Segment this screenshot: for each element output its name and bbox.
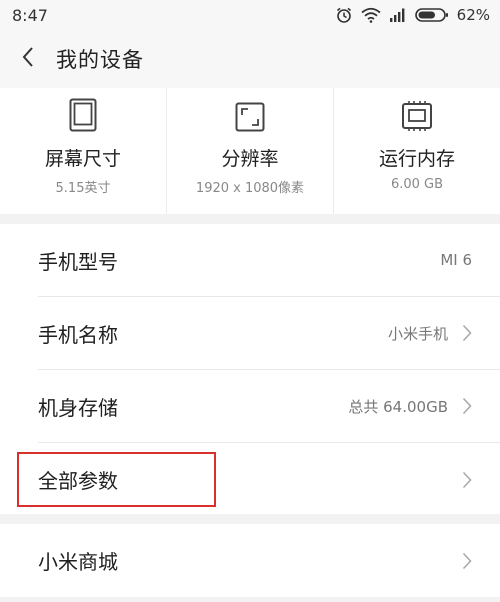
spec-summary-card: 屏幕尺寸 5.15英寸 分辨率 1920 x 1080像素 运行内存 6.00 … <box>0 88 500 214</box>
title-bar: 我的设备 <box>0 30 500 88</box>
resolution-icon <box>235 96 265 132</box>
row-value: 小米手机 <box>387 324 448 343</box>
status-time: 8:47 <box>12 5 48 25</box>
list-item-storage[interactable]: 机身存储 总共 64.00GB <box>38 370 500 443</box>
memory-chip-icon <box>400 96 434 132</box>
row-label: 小米商城 <box>38 550 118 574</box>
spec-value: 6.00 GB <box>390 177 444 192</box>
row-label: 全部参数 <box>38 469 118 493</box>
spec-label: 分辨率 <box>221 148 279 170</box>
signal-icon <box>389 8 407 22</box>
phone-screen-icon <box>69 96 97 132</box>
list-item-model[interactable]: 手机型号 MI 6 <box>38 224 500 297</box>
battery-percentage: 62% <box>456 6 490 24</box>
spec-resolution[interactable]: 分辨率 1920 x 1080像素 <box>166 88 333 214</box>
spec-memory[interactable]: 运行内存 6.00 GB <box>333 88 500 214</box>
chevron-right-icon <box>462 397 472 415</box>
chevron-right-icon <box>462 324 472 342</box>
spec-value: 1920 x 1080像素 <box>195 181 305 196</box>
chevron-right-icon <box>462 552 472 570</box>
back-button[interactable] <box>0 30 56 88</box>
list-item-all-specs[interactable]: 全部参数 <box>38 443 500 516</box>
spec-label: 运行内存 <box>378 148 455 170</box>
status-icons: 62% <box>335 6 490 24</box>
battery-icon <box>414 7 449 23</box>
page-title: 我的设备 <box>56 48 144 72</box>
row-value: 总共 64.00GB <box>348 397 448 416</box>
chevron-right-icon <box>462 471 472 489</box>
chevron-left-icon <box>21 46 35 72</box>
spec-label: 屏幕尺寸 <box>44 148 121 170</box>
row-label: 手机名称 <box>38 322 118 347</box>
wifi-icon <box>361 7 381 23</box>
alarm-icon <box>335 6 353 24</box>
status-bar: 8:47 62% <box>0 0 500 30</box>
store-list: 小米商城 <box>0 524 500 597</box>
list-item-name[interactable]: 手机名称 小米手机 <box>38 297 500 370</box>
device-info-list: 手机型号 MI 6 手机名称 小米手机 机身存储 总共 64.00GB 全部参数 <box>0 224 500 514</box>
spec-value: 5.15英寸 <box>55 181 111 196</box>
row-value: MI 6 <box>440 251 472 269</box>
row-label: 机身存储 <box>38 395 118 420</box>
list-item-mi-store[interactable]: 小米商城 <box>38 524 500 597</box>
row-label: 手机型号 <box>38 249 118 274</box>
spec-screen-size[interactable]: 屏幕尺寸 5.15英寸 <box>0 88 166 214</box>
